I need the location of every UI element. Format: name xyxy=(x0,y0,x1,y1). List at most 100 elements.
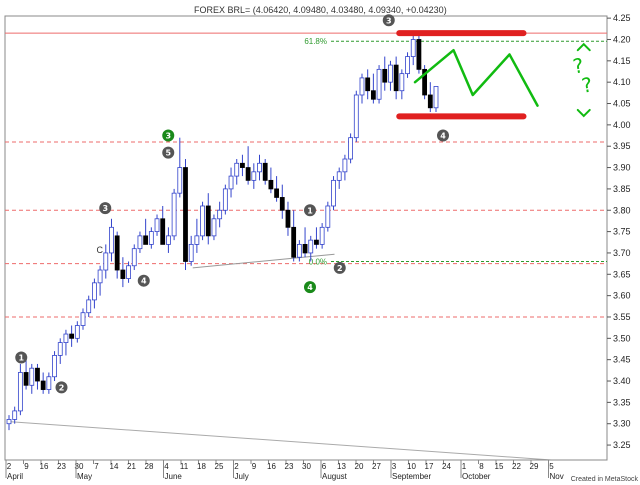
x-tick-label: 6 xyxy=(322,462,327,471)
candle-body xyxy=(148,231,154,245)
candle-body xyxy=(376,68,382,100)
x-tick-label: 14 xyxy=(110,462,119,471)
x-tick-label: 9 xyxy=(252,462,257,471)
wave-badge-label: 2 xyxy=(59,383,65,392)
y-tick-label: 4.25 xyxy=(613,13,631,23)
y-tick-label: 3.45 xyxy=(613,355,631,365)
x-tick-label: 5 xyxy=(549,462,554,471)
y-tick-label: 4.00 xyxy=(613,120,631,130)
annotation-label: C xyxy=(97,245,104,255)
x-tick-label: 15 xyxy=(495,462,504,471)
candle-body xyxy=(74,325,80,339)
candle-body xyxy=(348,137,354,160)
candle-body xyxy=(171,192,177,237)
candle-body xyxy=(205,205,211,237)
candle-body xyxy=(291,226,297,258)
y-tick-label: 3.60 xyxy=(613,291,631,301)
candle-body xyxy=(405,56,410,75)
candle-body xyxy=(222,188,228,211)
candle-body xyxy=(257,162,262,173)
x-tick-label: 29 xyxy=(530,462,539,471)
wave-badge-label: 1 xyxy=(307,206,313,215)
x-tick-label: 30 xyxy=(302,462,311,471)
x-tick-label: 1 xyxy=(462,462,467,471)
candle-body xyxy=(177,167,183,194)
candle-body xyxy=(183,167,188,262)
x-tick-label: 21 xyxy=(127,462,136,471)
candle-body xyxy=(393,64,399,92)
x-tick-label: 23 xyxy=(57,462,66,471)
y-tick-label: 3.95 xyxy=(613,141,631,151)
candle-body xyxy=(12,410,18,420)
y-tick-label: 3.80 xyxy=(613,205,631,215)
candle-body xyxy=(342,158,348,173)
x-tick-label: 11 xyxy=(180,462,189,471)
x-tick-label: 17 xyxy=(425,462,434,471)
candle-body xyxy=(245,167,251,181)
wave-badge-label: 1 xyxy=(18,354,24,363)
wave-badge: 1 xyxy=(304,204,316,217)
x-month-label: October xyxy=(462,472,491,481)
candle-body xyxy=(166,235,171,245)
wave-badge-label: 3 xyxy=(386,16,392,25)
wave-badge: 4 xyxy=(304,281,316,294)
candle-body xyxy=(109,226,114,254)
candle-body xyxy=(154,218,160,232)
candle-body xyxy=(40,380,46,390)
candle-body xyxy=(308,239,314,254)
x-tick-label: 7 xyxy=(94,462,99,471)
x-tick-label: 8 xyxy=(479,462,484,471)
x-axis: 2 9 16 23 30 7 14 21 28 4 11 18 25 2 9 16 23 30 6 13 20 27 3 10… xyxy=(5,459,607,481)
candle-body xyxy=(126,265,131,279)
candle-body xyxy=(160,218,166,245)
candle-body xyxy=(114,235,120,271)
wave-badge: 4 xyxy=(437,129,449,142)
wave-badge-label: 3 xyxy=(102,204,108,213)
candle-body xyxy=(23,372,29,386)
y-tick-label: 4.10 xyxy=(613,77,631,87)
credit-text: Created in MetaStock xyxy=(571,476,639,483)
candle-body xyxy=(131,248,137,267)
x-tick-label: 25 xyxy=(215,462,224,471)
wave-badge-label: 4 xyxy=(307,283,313,292)
y-tick-label: 3.75 xyxy=(613,227,631,237)
y-tick-label: 3.70 xyxy=(613,248,631,258)
candle-body xyxy=(319,226,325,245)
candle-body xyxy=(279,197,285,211)
wave-badge: 1 xyxy=(15,351,28,364)
candle-body xyxy=(353,94,359,139)
candle-body xyxy=(410,39,416,57)
candle-body xyxy=(302,244,308,254)
y-tick-label: 3.25 xyxy=(613,440,631,450)
x-tick-label: 3 xyxy=(392,462,397,471)
candle-body xyxy=(399,73,405,92)
candle-body xyxy=(365,77,371,92)
wave-badge: 3 xyxy=(162,129,175,142)
candle-body xyxy=(388,64,393,83)
candle-body xyxy=(416,39,422,70)
candle-body xyxy=(274,188,279,198)
candle-body xyxy=(314,239,319,245)
y-tick-label: 3.65 xyxy=(613,269,631,279)
candle-body xyxy=(382,68,388,83)
x-month-label: Nov xyxy=(550,472,564,481)
x-month-label: September xyxy=(392,472,431,481)
wave-badge: 2 xyxy=(333,261,346,274)
fib-level-label: 61.8% xyxy=(304,37,327,46)
wave-badge-label: 5 xyxy=(165,149,171,158)
y-tick-label: 4.20 xyxy=(613,34,631,44)
wave-badge-label: 4 xyxy=(440,132,446,141)
candle-body xyxy=(57,342,63,356)
x-tick-label: 13 xyxy=(337,462,346,471)
candle-body xyxy=(29,367,35,386)
x-tick-label: 23 xyxy=(285,462,294,471)
x-tick-label: 28 xyxy=(145,462,154,471)
x-month-label: April xyxy=(7,472,23,481)
candle-body xyxy=(228,175,234,190)
candle-body xyxy=(46,376,52,390)
candle-body xyxy=(194,235,200,245)
candle-body xyxy=(63,333,69,343)
x-tick-label: 20 xyxy=(355,462,364,471)
price-chart: FOREX BRL= (4.06420, 4.09480, 4.03480, 4… xyxy=(4,5,639,483)
candle-body xyxy=(103,252,109,271)
